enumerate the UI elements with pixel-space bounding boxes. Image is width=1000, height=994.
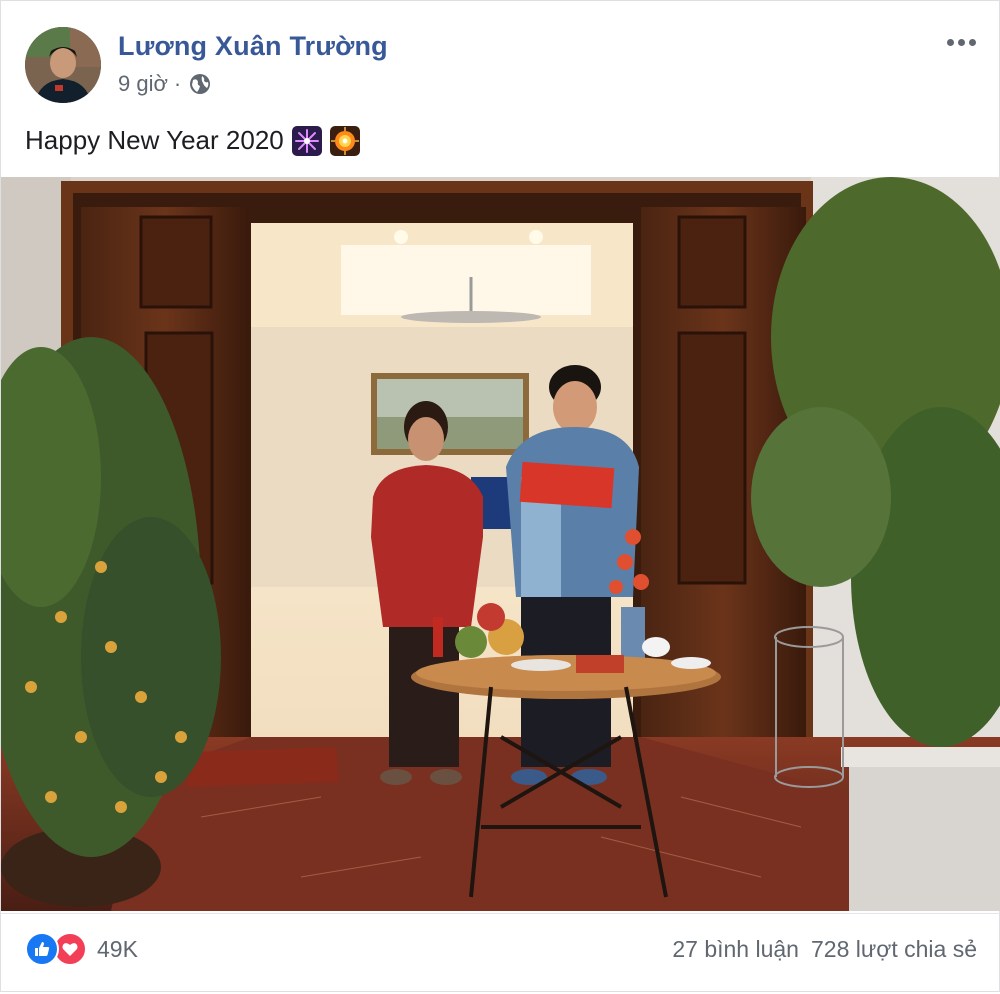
shares-count[interactable]: 728 lượt chia sẻ bbox=[811, 936, 977, 963]
sparkler-emoji bbox=[329, 125, 360, 156]
reactions-summary[interactable]: 49K bbox=[25, 932, 138, 966]
fireworks-emoji bbox=[291, 125, 322, 156]
more-options-icon[interactable] bbox=[941, 27, 981, 57]
globe-icon[interactable] bbox=[189, 73, 211, 95]
post-footer: 49K 27 bình luận 728 lượt chia sẻ bbox=[1, 913, 1000, 994]
comments-count[interactable]: 27 bình luận bbox=[672, 936, 799, 963]
author-name[interactable]: Lương Xuân Trường bbox=[118, 31, 388, 62]
post-header: Lương Xuân Trường 9 giờ · bbox=[1, 1, 1000, 111]
post-meta: 9 giờ · bbox=[118, 71, 211, 97]
meta-separator: · bbox=[173, 71, 182, 96]
post-time[interactable]: 9 giờ bbox=[118, 71, 168, 97]
reaction-count[interactable]: 49K bbox=[97, 936, 138, 963]
post-text: Happy New Year 2020 bbox=[25, 125, 360, 156]
engagement-stats: 27 bình luận 728 lượt chia sẻ bbox=[672, 936, 977, 963]
post-message: Happy New Year 2020 bbox=[25, 125, 284, 155]
facebook-post: Lương Xuân Trường 9 giờ · Happy New Year… bbox=[0, 0, 1000, 992]
author-avatar[interactable] bbox=[25, 27, 101, 103]
like-icon bbox=[25, 932, 59, 966]
post-photo[interactable] bbox=[1, 177, 1000, 911]
